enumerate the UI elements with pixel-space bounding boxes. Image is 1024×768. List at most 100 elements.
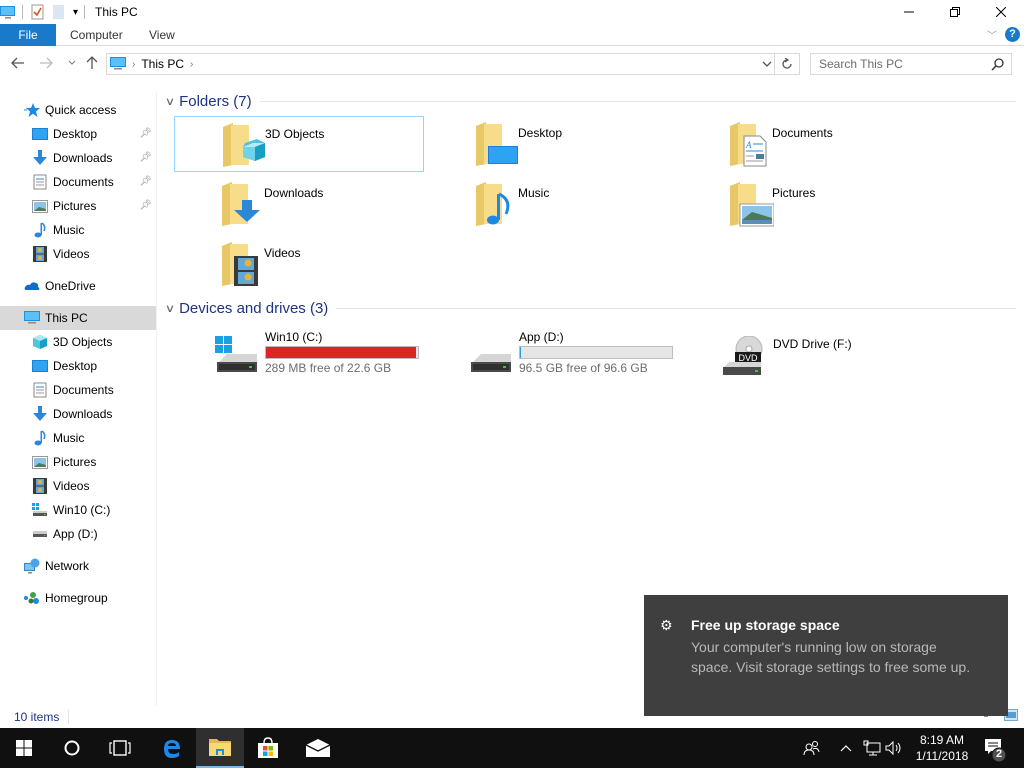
sidebar-item-this-pc[interactable]: This PC — [0, 306, 156, 330]
drive-usage-bar — [519, 346, 673, 359]
sidebar-item-desktop[interactable]: Desktop 📌︎ — [0, 122, 156, 146]
videos-icon — [32, 246, 48, 262]
network-icon — [24, 558, 40, 574]
sidebar-item-music[interactable]: Music — [0, 218, 156, 242]
clock-date: 1/11/2018 — [915, 749, 969, 763]
pin-icon[interactable]: 📌︎ — [139, 152, 152, 163]
refresh-button[interactable] — [777, 54, 797, 74]
title-bar: ▾ This PC — [0, 0, 1024, 24]
close-button[interactable] — [978, 0, 1024, 24]
sidebar-item-pictures[interactable]: Pictures — [0, 450, 156, 474]
address-bar[interactable]: › This PC › — [106, 53, 800, 75]
drive-dvd-f[interactable]: DVD DVD Drive (F:) — [683, 328, 933, 384]
qat-separator — [22, 5, 23, 19]
taskbar-mail[interactable] — [294, 728, 342, 768]
folder-documents[interactable]: A Documents — [682, 116, 932, 172]
taskbar-file-explorer[interactable] — [196, 728, 244, 768]
breadcrumb-separator-icon[interactable]: › — [190, 59, 193, 70]
recent-locations-button[interactable] — [64, 54, 80, 72]
up-button[interactable] — [84, 54, 100, 72]
restore-button[interactable] — [932, 0, 978, 24]
drive-icon — [471, 354, 511, 372]
item-count: 10 items — [14, 710, 60, 724]
group-header-devices[interactable]: ∨ Devices and drives (3) — [165, 298, 1016, 318]
volume-button[interactable] — [884, 728, 904, 768]
clock[interactable]: 8:19 AM 1/11/2018 — [906, 732, 978, 764]
breadcrumb-this-pc[interactable]: This PC — [141, 57, 184, 71]
pin-icon[interactable]: 📌︎ — [139, 128, 152, 139]
start-button[interactable] — [0, 728, 48, 768]
toast-body: Your computer's running low on storage s… — [691, 639, 971, 675]
tab-file[interactable]: File — [0, 24, 56, 46]
collapse-chevron-icon[interactable]: ∨ — [165, 302, 175, 315]
forward-button[interactable] — [38, 54, 54, 72]
new-folder-icon[interactable] — [51, 4, 67, 20]
drive-app-d[interactable]: App (D:) 96.5 GB free of 96.6 GB — [429, 328, 679, 384]
properties-icon[interactable] — [29, 4, 45, 20]
folder-pictures[interactable]: Pictures — [682, 176, 932, 232]
taskbar-edge[interactable] — [148, 728, 196, 768]
folder-name: Documents — [772, 126, 833, 140]
pictures-icon — [32, 454, 48, 470]
sidebar-item-homegroup[interactable]: Homegroup — [0, 586, 156, 610]
sidebar-item-pictures[interactable]: Pictures 📌︎ — [0, 194, 156, 218]
sidebar-item-music[interactable]: Music — [0, 426, 156, 450]
network-tray-button[interactable] — [862, 728, 882, 768]
pin-icon[interactable]: 📌︎ — [139, 200, 152, 211]
collapse-chevron-icon[interactable]: ∨ — [165, 95, 175, 108]
this-pc-icon[interactable] — [0, 4, 16, 20]
folder-downloads[interactable]: Downloads — [174, 176, 424, 232]
sidebar-item-win10-c[interactable]: Win10 (C:) — [0, 498, 156, 522]
sidebar-item-quick-access[interactable]: Quick access — [0, 98, 156, 122]
sidebar-item-3d-objects[interactable]: 3D Objects — [0, 330, 156, 354]
sidebar-item-label: Music — [53, 431, 85, 445]
sidebar-item-videos[interactable]: Videos — [0, 474, 156, 498]
search-input[interactable] — [819, 57, 979, 71]
sidebar-item-documents[interactable]: Documents 📌︎ — [0, 170, 156, 194]
address-history-button[interactable] — [759, 54, 775, 74]
expand-ribbon-icon[interactable]: ﹀ — [987, 27, 997, 42]
sidebar-item-label: Homegroup — [45, 591, 108, 605]
task-view-button[interactable] — [96, 728, 144, 768]
sidebar-item-downloads[interactable]: Downloads — [0, 402, 156, 426]
folder-music[interactable]: Music — [428, 176, 678, 232]
sidebar-item-label: Videos — [53, 479, 90, 493]
notification-count-badge: 2 — [995, 748, 1003, 760]
back-button[interactable] — [10, 54, 26, 72]
sidebar-item-documents[interactable]: Documents — [0, 378, 156, 402]
folder-3d-objects[interactable]: 3D Objects — [174, 116, 424, 172]
folder-desktop[interactable]: Desktop — [428, 116, 678, 172]
help-icon[interactable]: ? — [1005, 27, 1020, 42]
sidebar-item-label: Quick access — [45, 103, 117, 117]
cortana-button[interactable] — [48, 728, 96, 768]
group-header-folders[interactable]: ∨ Folders (7) — [165, 91, 1016, 111]
breadcrumb-separator-icon[interactable]: › — [132, 59, 135, 70]
sidebar-item-onedrive[interactable]: OneDrive — [0, 274, 156, 298]
sidebar-item-network[interactable]: Network — [0, 554, 156, 578]
minimize-button[interactable] — [886, 0, 932, 24]
show-hidden-icons-button[interactable] — [838, 728, 854, 768]
sidebar-item-app-d[interactable]: App (D:) — [0, 522, 156, 546]
search-icon[interactable] — [991, 57, 1005, 71]
drive-win10-c[interactable]: Win10 (C:) 289 MB free of 22.6 GB — [175, 328, 425, 384]
tab-computer[interactable]: Computer — [70, 24, 123, 46]
drive-name: DVD Drive (F:) — [773, 337, 852, 351]
notification-toast[interactable]: ⚙︎ Free up storage space Your computer's… — [644, 595, 1008, 716]
downloads-folder-icon — [222, 182, 260, 226]
tab-view[interactable]: View — [149, 24, 175, 46]
taskbar-store[interactable] — [244, 728, 292, 768]
customize-qat-icon[interactable]: ▾ — [73, 7, 78, 18]
search-box[interactable] — [810, 53, 1012, 75]
sidebar-item-videos[interactable]: Videos — [0, 242, 156, 266]
sidebar-item-desktop[interactable]: Desktop — [0, 354, 156, 378]
action-center-button[interactable]: 2 — [980, 728, 1020, 768]
pictures-icon — [32, 198, 48, 214]
people-button[interactable] — [800, 728, 824, 768]
desktop-icon — [32, 126, 48, 142]
chevron-down-icon — [68, 60, 76, 65]
windows-drive-icon — [215, 336, 257, 372]
sidebar-item-downloads[interactable]: Downloads 📌︎ — [0, 146, 156, 170]
folder-videos[interactable]: Videos — [174, 236, 424, 292]
pin-icon[interactable]: 📌︎ — [139, 176, 152, 187]
drive-name: App (D:) — [519, 330, 564, 344]
